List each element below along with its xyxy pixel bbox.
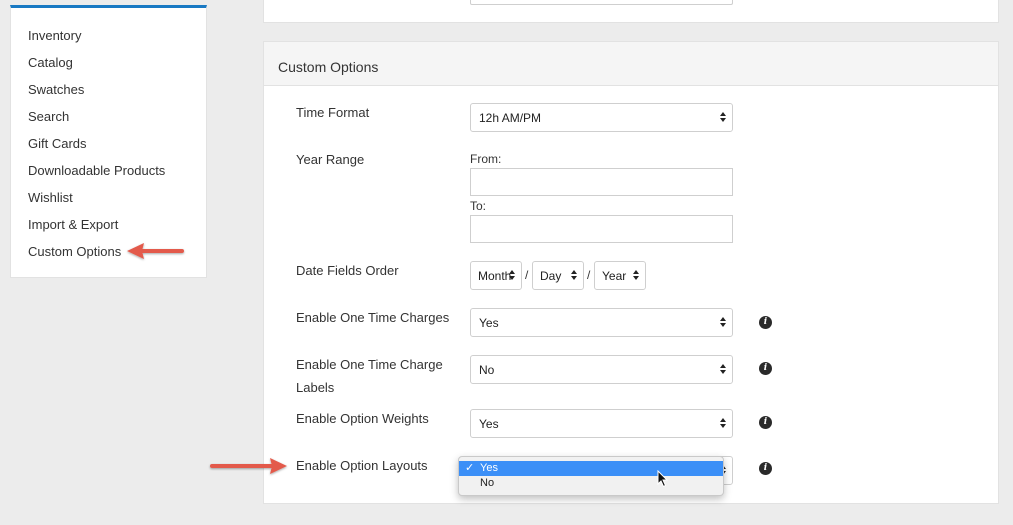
date-order-year-select[interactable]: Year xyxy=(594,261,646,290)
one-time-charge-labels-select[interactable]: No xyxy=(470,355,733,384)
one-time-charges-label: Enable One Time Charges xyxy=(296,310,450,325)
dropdown-option-no[interactable]: No xyxy=(459,476,723,491)
select-arrows-icon xyxy=(632,269,640,283)
sidebar-item-catalog[interactable]: Catalog xyxy=(11,53,206,80)
date-order-month-value: Month xyxy=(478,269,512,283)
sidebar-item-downloadable-products[interactable]: Downloadable Products xyxy=(11,161,206,188)
date-order-separator: / xyxy=(587,268,591,282)
time-format-label: Time Format xyxy=(296,105,370,120)
option-weights-select[interactable]: Yes xyxy=(470,409,733,438)
info-icon[interactable]: i xyxy=(759,462,772,475)
date-order-year-value: Year xyxy=(602,269,627,283)
sidebar-item-inventory[interactable]: Inventory xyxy=(11,26,206,53)
year-range-label: Year Range xyxy=(296,152,365,167)
option-weights-label: Enable Option Weights xyxy=(296,411,429,426)
date-fields-order-label: Date Fields Order xyxy=(296,263,399,278)
option-weights-value: Yes xyxy=(479,417,499,431)
sidebar-item-gift-cards[interactable]: Gift Cards xyxy=(11,134,206,161)
previous-section-panel xyxy=(263,0,999,23)
info-icon[interactable]: i xyxy=(759,416,772,429)
one-time-charges-value: Yes xyxy=(479,316,499,330)
dropdown-option-label: Yes xyxy=(480,462,498,474)
dropdown-option-yes[interactable]: ✓ Yes xyxy=(459,461,723,476)
select-arrows-icon xyxy=(719,363,727,377)
select-arrows-icon xyxy=(719,316,727,330)
sidebar-item-import-export[interactable]: Import & Export xyxy=(11,215,206,242)
sidebar: Inventory Catalog Swatches Search Gift C… xyxy=(10,5,207,278)
sidebar-item-search[interactable]: Search xyxy=(11,107,206,134)
select-arrows-icon xyxy=(719,417,727,431)
select-arrows-icon xyxy=(719,111,727,125)
date-order-day-value: Day xyxy=(540,269,562,283)
previous-section-field[interactable] xyxy=(470,0,733,5)
option-layouts-dropdown-list: ✓ Yes No xyxy=(458,456,724,496)
info-icon[interactable]: i xyxy=(759,316,772,329)
select-arrows-icon xyxy=(570,269,578,283)
date-order-month-select[interactable]: Month xyxy=(470,261,522,290)
one-time-charge-labels-label: Enable One Time Charge Labels xyxy=(296,357,443,395)
sidebar-item-swatches[interactable]: Swatches xyxy=(11,80,206,107)
red-arrow-icon xyxy=(127,243,184,259)
time-format-select[interactable]: 12h AM/PM xyxy=(470,103,733,132)
year-to-input[interactable] xyxy=(470,215,733,243)
select-arrows-icon xyxy=(508,269,516,283)
sidebar-item-wishlist[interactable]: Wishlist xyxy=(11,188,206,215)
info-icon[interactable]: i xyxy=(759,362,772,375)
year-from-input[interactable] xyxy=(470,168,733,196)
dropdown-option-label: No xyxy=(480,477,495,489)
option-layouts-label: Enable Option Layouts xyxy=(296,458,428,473)
one-time-charge-labels-value: No xyxy=(479,363,495,377)
red-arrow-icon xyxy=(210,458,287,474)
one-time-charges-select[interactable]: Yes xyxy=(470,308,733,337)
custom-options-panel: Custom Options Time Format 12h AM/PM Yea… xyxy=(263,41,999,504)
date-order-day-select[interactable]: Day xyxy=(532,261,584,290)
year-from-label: From: xyxy=(470,152,502,166)
sidebar-menu: Inventory Catalog Swatches Search Gift C… xyxy=(11,8,206,269)
mouse-pointer-icon xyxy=(657,470,669,488)
time-format-value: 12h AM/PM xyxy=(479,111,542,125)
date-order-separator: / xyxy=(525,268,529,282)
checkmark-icon: ✓ xyxy=(465,462,475,474)
panel-title[interactable]: Custom Options xyxy=(264,42,998,86)
year-to-label: To: xyxy=(470,199,487,213)
